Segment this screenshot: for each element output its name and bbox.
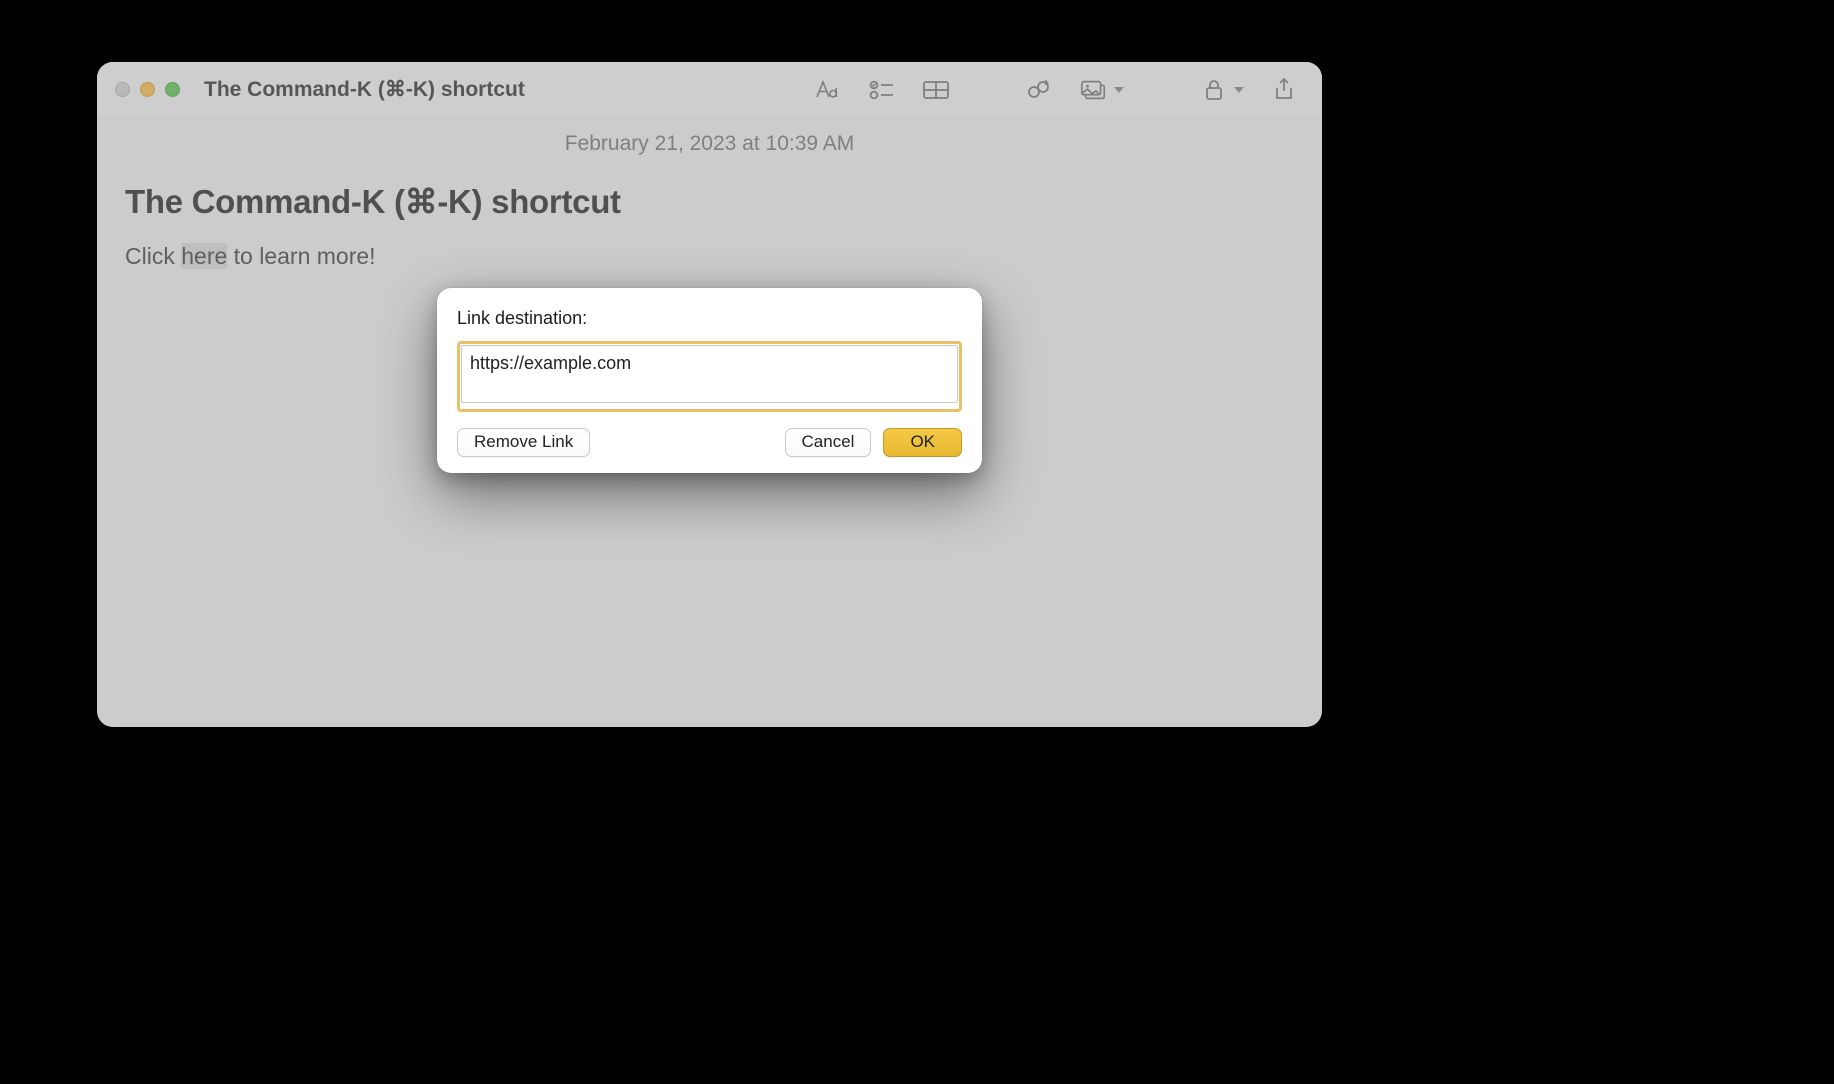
chevron-down-icon <box>1114 87 1124 93</box>
note-title: The Command-K (⌘-K) shortcut <box>125 182 1294 243</box>
titlebar: The Command-K (⌘-K) shortcut <box>97 62 1322 118</box>
note-text-suffix: to learn more! <box>227 243 375 269</box>
minimize-window-button[interactable] <box>140 82 155 97</box>
note-text-prefix: Click <box>125 243 181 269</box>
checklist-icon[interactable] <box>868 76 896 104</box>
lock-menu[interactable] <box>1200 76 1244 104</box>
note-body: February 21, 2023 at 10:39 AM The Comman… <box>97 118 1322 270</box>
url-field-focus-ring <box>457 341 962 412</box>
format-icon[interactable] <box>814 76 842 104</box>
toolbar <box>814 76 1302 104</box>
chevron-down-icon <box>1234 87 1244 93</box>
selected-text[interactable]: here <box>181 243 227 269</box>
close-window-button[interactable] <box>115 82 130 97</box>
zoom-window-button[interactable] <box>165 82 180 97</box>
cancel-button[interactable]: Cancel <box>785 428 872 457</box>
notes-window: The Command-K (⌘-K) shortcut <box>97 62 1322 727</box>
link-destination-label: Link destination: <box>457 308 962 329</box>
window-title: The Command-K (⌘-K) shortcut <box>204 77 525 102</box>
lock-icon <box>1200 76 1228 104</box>
traffic-lights <box>115 82 180 97</box>
media-menu[interactable] <box>1080 76 1124 104</box>
link-dialog: Link destination: Remove Link Cancel OK <box>437 288 982 473</box>
link-icon[interactable] <box>1026 76 1054 104</box>
remove-link-button[interactable]: Remove Link <box>457 428 590 457</box>
ok-button[interactable]: OK <box>883 428 962 457</box>
table-icon[interactable] <box>922 76 950 104</box>
note-date: February 21, 2023 at 10:39 AM <box>125 118 1294 182</box>
link-url-input[interactable] <box>461 345 958 403</box>
share-icon[interactable] <box>1270 76 1298 104</box>
dialog-buttons: Remove Link Cancel OK <box>457 428 962 457</box>
media-icon <box>1080 76 1108 104</box>
note-line[interactable]: Click here to learn more! <box>125 243 1294 270</box>
